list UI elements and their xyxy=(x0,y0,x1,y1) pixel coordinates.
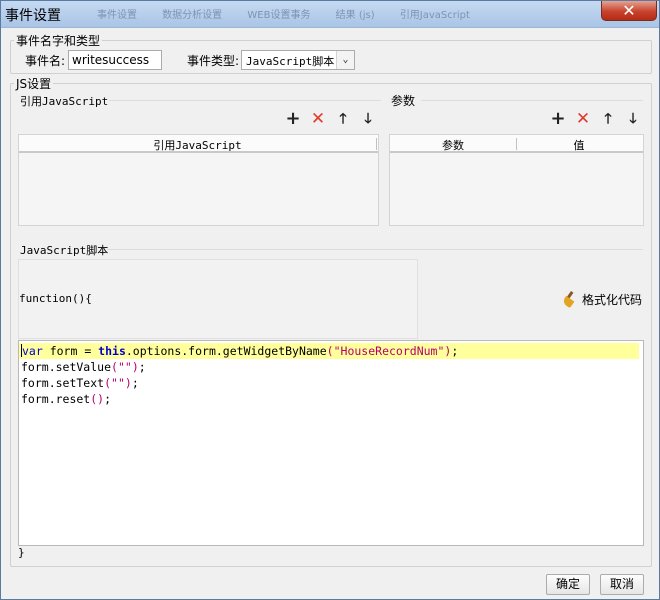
background-tabs: 事件设置 数据分析设置 WEB设置事务 结果 (js) 引用JavaScript xyxy=(97,6,492,21)
function-footer: } xyxy=(18,546,25,559)
event-name-input[interactable]: writesuccess xyxy=(68,50,162,70)
code-editor[interactable]: var form = this.options.form.getWidgetBy… xyxy=(18,340,644,546)
event-settings-dialog: 事件设置 数据分析设置 WEB设置事务 结果 (js) 引用JavaScript… xyxy=(0,0,660,600)
event-group-legend: 事件名字和类型 xyxy=(14,32,103,49)
param-delete-icon[interactable]: ✕ xyxy=(574,110,592,128)
ok-button[interactable]: 确定 xyxy=(546,574,590,595)
column-header-ref-js[interactable]: 引用JavaScript xyxy=(19,137,376,153)
column-header-value[interactable]: 值 xyxy=(517,137,641,153)
script-section-divider xyxy=(107,249,643,250)
dialog-title: 事件设置 xyxy=(5,8,61,24)
script-section-label: JavaScript脚本 xyxy=(20,244,109,257)
background-tab: 结果 (js) xyxy=(335,10,375,21)
ref-delete-icon[interactable]: ✕ xyxy=(309,110,327,128)
format-code-button[interactable]: 格式化代码 xyxy=(561,291,643,309)
code-line[interactable]: var form = this.options.form.getWidgetBy… xyxy=(19,343,639,359)
background-tab: 引用JavaScript xyxy=(399,10,470,21)
param-move-down-icon[interactable]: 🡓 xyxy=(624,110,642,128)
code-line[interactable]: form.setValue(""); xyxy=(21,359,146,375)
function-header-area: function(){ xyxy=(18,259,418,339)
background-tab: 事件设置 xyxy=(97,10,137,21)
code-line[interactable]: form.setText(""); xyxy=(21,375,139,391)
ref-move-up-icon[interactable]: 🡑 xyxy=(334,110,352,128)
ref-js-table-header: 引用JavaScript xyxy=(19,135,378,153)
title-bar[interactable]: 事件设置 数据分析设置 WEB设置事务 结果 (js) 引用JavaScript… xyxy=(1,1,659,28)
close-button[interactable]: ✕ xyxy=(601,1,657,21)
params-section-divider xyxy=(421,100,643,101)
format-code-label: 格式化代码 xyxy=(582,293,643,307)
param-move-up-icon[interactable]: 🡑 xyxy=(599,110,617,128)
params-section-label: 参数 xyxy=(391,94,416,108)
event-type-select[interactable]: JavaScript脚本 ⌄ xyxy=(241,50,355,70)
ref-js-section-label: 引用JavaScript xyxy=(20,95,109,108)
event-type-label: 事件类型: xyxy=(187,54,240,68)
ref-move-down-icon[interactable]: 🡓 xyxy=(359,110,377,128)
column-header-param[interactable]: 参数 xyxy=(390,137,516,153)
ref-js-table[interactable]: 引用JavaScript xyxy=(18,134,379,226)
function-header: function(){ xyxy=(19,292,92,305)
cancel-button[interactable]: 取消 xyxy=(600,574,644,595)
background-tab: WEB设置事务 xyxy=(247,10,311,21)
js-group-legend: JS设置 xyxy=(14,75,54,92)
params-table-header: 参数 值 xyxy=(390,135,643,153)
ref-add-icon[interactable]: + xyxy=(284,110,302,128)
event-type-value: JavaScript脚本 xyxy=(246,55,335,68)
param-add-icon[interactable]: + xyxy=(549,110,567,128)
chevron-down-icon[interactable]: ⌄ xyxy=(336,51,354,69)
ref-section-divider xyxy=(109,100,381,101)
code-line[interactable]: form.reset(); xyxy=(21,391,111,407)
close-icon: ✕ xyxy=(622,1,636,20)
background-tab: 数据分析设置 xyxy=(162,10,223,21)
broom-icon xyxy=(561,291,579,309)
params-table[interactable]: 参数 值 xyxy=(389,134,644,226)
column-divider xyxy=(376,138,377,150)
event-name-label: 事件名: xyxy=(25,54,66,68)
